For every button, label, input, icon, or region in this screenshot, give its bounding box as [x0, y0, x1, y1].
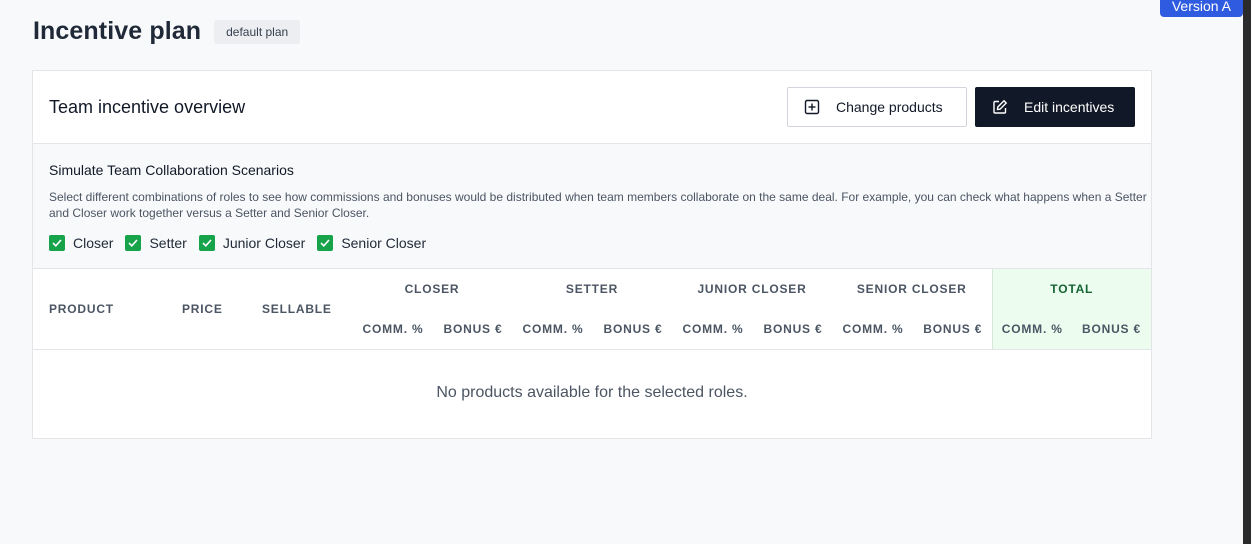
role-label: Junior Closer	[222, 235, 306, 251]
col-group-junior-closer: JUNIOR CLOSER	[697, 282, 807, 296]
col-group-setter: SETTER	[565, 282, 619, 296]
col-header-closer-comm[interactable]: COMM. %	[352, 309, 434, 350]
checkbox-checked-icon[interactable]	[49, 235, 65, 251]
col-header-price[interactable]: PRICE	[166, 269, 246, 350]
empty-state-message: No products available for the selected r…	[436, 384, 748, 402]
col-header-total-bonus[interactable]: BONUS €	[1072, 309, 1151, 350]
col-header-junior-bonus[interactable]: BONUS €	[754, 309, 832, 350]
checkbox-checked-icon[interactable]	[125, 235, 142, 251]
role-checkbox-setter[interactable]: Setter	[125, 235, 187, 251]
role-checkboxes: Closer Setter Junior Closer Senior Close…	[49, 235, 1135, 251]
role-label: Senior Closer	[341, 235, 427, 251]
simulation-title: Simulate Team Collaboration Scenarios	[49, 162, 294, 178]
page-header: Incentive plan default plan	[33, 17, 301, 46]
col-header-senior-bonus[interactable]: BONUS €	[914, 309, 992, 350]
change-products-button[interactable]: Change products	[787, 87, 967, 127]
col-header-sellable[interactable]: SELLABLE	[246, 269, 352, 350]
incentive-overview-card: Team incentive overview Change products	[32, 70, 1152, 439]
checkbox-checked-icon[interactable]	[317, 235, 334, 251]
col-group-senior-closer: SENIOR CLOSER	[856, 282, 967, 296]
col-header-product[interactable]: PRODUCT	[33, 269, 166, 350]
col-group-closer: CLOSER	[404, 282, 460, 296]
plan-badge: default plan	[214, 19, 301, 44]
role-label: Closer	[73, 235, 114, 251]
col-header-closer-bonus[interactable]: BONUS €	[434, 309, 512, 350]
role-label: Setter	[149, 235, 187, 251]
version-badge[interactable]: Version A	[1159, 0, 1243, 17]
window-edge	[1243, 0, 1251, 544]
edit-incentives-label: Edit incentives	[1024, 99, 1115, 115]
card-header: Team incentive overview Change products	[33, 71, 1151, 144]
change-products-label: Change products	[836, 99, 943, 115]
col-header-setter-comm[interactable]: COMM. %	[512, 309, 594, 350]
card-actions: Change products Edit incentives	[787, 87, 1135, 127]
plus-square-icon	[804, 99, 820, 115]
col-group-total: TOTAL	[991, 269, 1151, 309]
checkbox-checked-icon[interactable]	[198, 235, 215, 251]
card-title: Team incentive overview	[49, 96, 246, 117]
role-checkbox-senior-closer[interactable]: Senior Closer	[317, 235, 426, 251]
col-header-junior-comm[interactable]: COMM. %	[672, 309, 754, 350]
role-checkbox-closer[interactable]: Closer	[49, 235, 113, 251]
col-header-senior-comm[interactable]: COMM. %	[832, 309, 914, 350]
role-checkbox-junior-closer[interactable]: Junior Closer	[198, 235, 306, 251]
col-header-setter-bonus[interactable]: BONUS €	[594, 309, 672, 350]
col-header-total-comm[interactable]: COMM. %	[991, 309, 1072, 350]
simulation-panel: Simulate Team Collaboration Scenarios Se…	[33, 144, 1151, 269]
simulation-description: Select different combinations of roles t…	[49, 190, 1147, 220]
edit-incentives-button[interactable]: Edit incentives	[975, 87, 1135, 127]
edit-icon	[992, 99, 1008, 115]
incentive-table: PRODUCT PRICE SELLABLE CLOSER SETTER JUN…	[33, 269, 1151, 437]
page-title: Incentive plan	[33, 17, 202, 45]
